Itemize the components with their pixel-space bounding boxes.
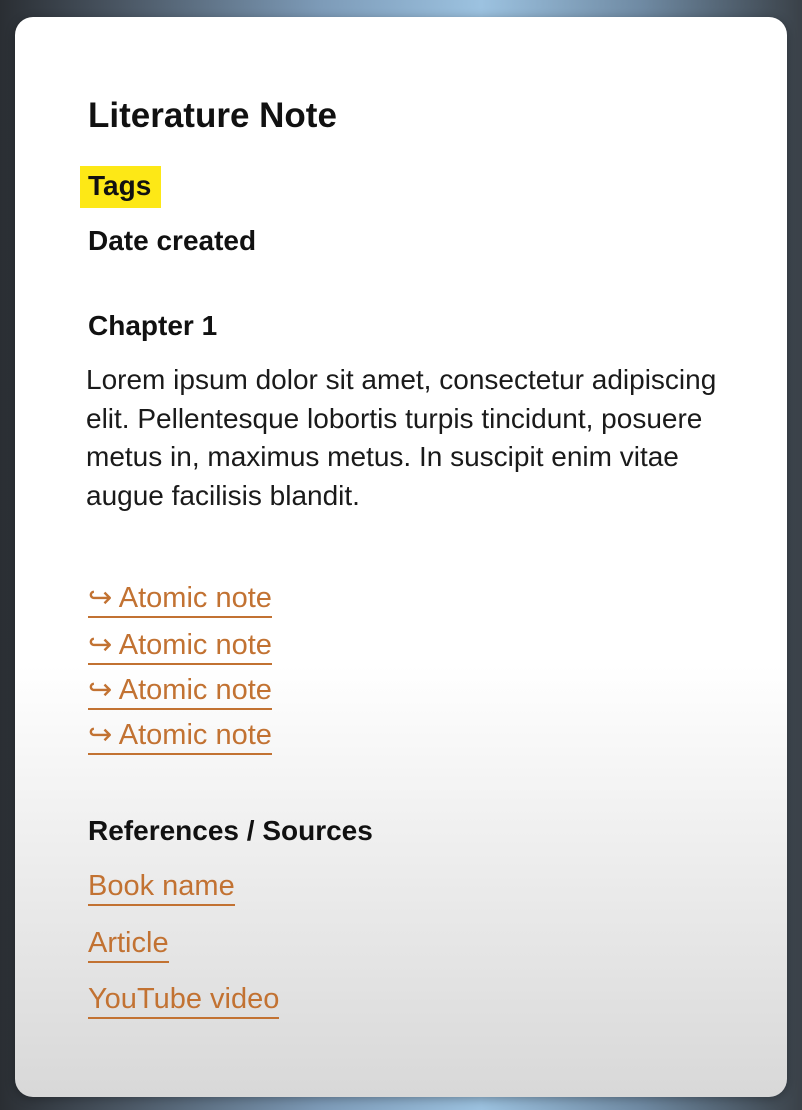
atomic-note-link[interactable]: ↪ Atomic note — [88, 580, 272, 618]
link-label: Atomic note — [118, 719, 272, 751]
link-label: Atomic note — [118, 674, 272, 706]
atomic-note-link[interactable]: ↪ Atomic note — [88, 672, 272, 710]
return-arrow-icon: ↪ — [88, 674, 113, 706]
link-label: Atomic note — [118, 582, 272, 614]
reference-link-book[interactable]: Book name — [88, 868, 235, 906]
atomic-note-link[interactable]: ↪ Atomic note — [88, 717, 272, 755]
link-label: Atomic note — [118, 629, 272, 661]
reference-link-article[interactable]: Article — [88, 925, 169, 963]
chapter-heading: Chapter 1 — [88, 310, 218, 341]
chapter-paragraph: Lorem ipsum dolor sit amet, consectetur … — [86, 364, 717, 511]
page-title: Literature Note — [88, 96, 337, 135]
return-arrow-icon: ↪ — [88, 719, 113, 751]
return-arrow-icon: ↪ — [88, 629, 113, 661]
reference-link-youtube[interactable]: YouTube video — [88, 981, 280, 1019]
return-arrow-icon: ↪ — [88, 582, 113, 614]
references-heading: References / Sources — [88, 815, 373, 846]
date-created-label: Date created — [88, 225, 257, 256]
atomic-note-link[interactable]: ↪ Atomic note — [88, 627, 272, 665]
tags-label: Tags — [80, 166, 162, 208]
